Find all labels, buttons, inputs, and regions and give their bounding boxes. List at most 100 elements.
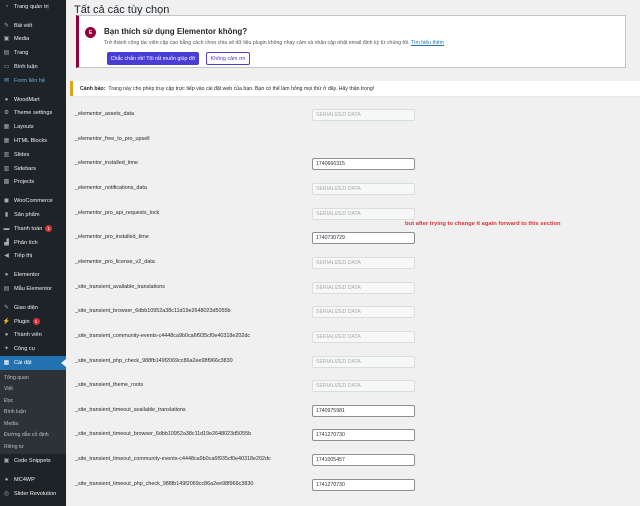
option-value-input[interactable]: 1740730729 — [312, 232, 415, 245]
submenu-item-doc[interactable]: Đọc — [0, 395, 66, 407]
submenu-item-viet[interactable]: Viết — [0, 383, 66, 395]
option-row: _site_transient_timeout_community-events… — [75, 454, 635, 467]
sidebar-item-code-snippets[interactable]: ▣ Code Snippets — [0, 454, 66, 468]
option-row: _site_transient_php_check_988fb149f2069c… — [75, 355, 635, 368]
sidebar-item-woodmart[interactable]: ● WoodMart — [0, 93, 66, 107]
option-value-input[interactable]: 1741005457 — [312, 454, 415, 467]
option-row: _elementor_pro_api_requests_lock SERIALIZ… — [75, 207, 635, 220]
sidebar-item-slides[interactable]: ▥ Slides — [0, 148, 66, 162]
sidebar-item-label: Tiếp thị — [14, 253, 33, 260]
sidebar-item-mau-elementor[interactable]: ▤ Mẫu Elementor — [0, 282, 66, 296]
option-name: _elementor_assets_data — [75, 111, 135, 117]
accept-share-button[interactable]: Chắc chắn rồi! Tôi rất muốn giúp đỡ — [107, 52, 199, 65]
option-value-input[interactable]: 1740666315 — [312, 158, 415, 171]
slides-icon: ▥ — [3, 151, 10, 158]
sidebar-item-label: Phân tích — [14, 239, 38, 246]
mc4wp-icon: ● — [4, 477, 9, 484]
sidebar-item-elementor[interactable]: ● Elementor — [0, 268, 66, 282]
elementor-notice: E Bạn thích sử dụng Elementor không? Trở… — [76, 15, 626, 68]
sidebar-item-trang-quan-tri[interactable]: ◔ Trang quản trị — [0, 0, 66, 14]
sidebar-item-tiep-thi[interactable]: ◀ Tiếp thị — [0, 250, 66, 264]
option-serialized-field: SERIALIZED DATA — [312, 281, 415, 294]
option-serialized-field: SERIALIZED DATA — [312, 330, 415, 343]
sidebar-item-label: Sản phẩm — [14, 212, 40, 219]
woodmart-icon: ● — [4, 96, 9, 103]
sidebar-item-projects[interactable]: ▩ Projects — [0, 176, 66, 190]
sidebar-item-form-lien-he[interactable]: ✉ Form liên hệ — [0, 74, 66, 88]
option-value-input[interactable]: 1741270730 — [312, 478, 415, 491]
sidebar-item-label: Slides — [14, 151, 30, 158]
dashboard-icon: ◔ — [4, 3, 9, 10]
sidebar-item-label: Form liên hệ — [14, 77, 46, 84]
sidebar-item-label: Thanh toán — [14, 225, 43, 232]
submenu-item-tong-quan[interactable]: Tổng quan — [0, 372, 66, 384]
option-serialized-field: SERIALIZED DATA — [312, 182, 415, 195]
layouts-icon: ▦ — [3, 124, 10, 131]
elementor-icon: ● — [4, 272, 9, 279]
submenu-item-duong-dan-co-dinh[interactable]: Đường dẫn cố định — [0, 429, 66, 441]
option-name: _site_transient_theme_roots — [75, 382, 144, 389]
sidebar-item-thanh-toan[interactable]: ▬ Thanh toán 1 — [0, 222, 66, 236]
sidebar-item-bai-viet[interactable]: ✎ Bài viết — [0, 19, 66, 33]
sidebar-item-media[interactable]: ▣ Media — [0, 33, 66, 47]
sidebar-item-woocommerce[interactable]: ◼ WooCommerce — [0, 194, 66, 208]
update-count-badge: 1 — [45, 225, 53, 233]
sidebar-item-plugin[interactable]: ⚡ Plugin 1 — [0, 315, 66, 329]
settings-submenu: Tổng quan Viết Đọc Bình luận Media Đường dẫn … — [0, 369, 66, 455]
media-icon: ▣ — [3, 36, 10, 43]
option-serialized-field: SERIALIZED DATA — [312, 380, 415, 393]
option-row: _elementor_free_to_pro_upsell — [75, 134, 635, 146]
option-row: _elementor_installed_time 1740666315 — [75, 158, 635, 171]
sidebar-item-label: Code Snippets — [14, 458, 51, 465]
option-value-input[interactable]: 1741270730 — [312, 429, 415, 442]
sidebar-item-label: Theme settings — [14, 110, 53, 117]
sidebar-item-html-blocks[interactable]: ▦ HTML Blocks — [0, 134, 66, 148]
submenu-item-rieng-tu[interactable]: Riêng tư — [0, 441, 66, 453]
warning-text: Trang này cho phép truy cập trực tiếp và… — [108, 85, 375, 92]
sidebar-item-thanh-vien[interactable]: ● Thành viên — [0, 329, 66, 343]
sidebar-item-label: WooCommerce — [14, 198, 53, 205]
sidebar-item-cai-dat[interactable]: ▦ Cài đặt — [0, 356, 66, 370]
option-serialized-field: SERIALIZED DATA — [312, 109, 415, 121]
option-name: _site_transient_timeout_php_check_988fb1… — [75, 480, 254, 487]
learn-more-link[interactable]: Tìm hiểu thêm — [411, 40, 444, 46]
marketing-icon: ◀ — [4, 253, 9, 260]
sidebar-item-label: Plugin — [14, 318, 30, 325]
html-blocks-icon: ▦ — [3, 138, 10, 145]
option-row: _site_transient_timeout_available_transl… — [75, 404, 635, 417]
comment-icon: ▭ — [3, 64, 10, 71]
sidebar-item-phan-tich[interactable]: ▟ Phân tích — [0, 236, 66, 250]
option-row: _site_transient_timeout_php_check_988fb1… — [75, 478, 635, 491]
sidebar-item-label: WoodMart — [14, 96, 40, 103]
sidebars-icon: ▥ — [3, 165, 10, 172]
settings-sliders-icon: ▦ — [3, 360, 10, 367]
notice-title: Bạn thích sử dụng Elementor không? — [104, 27, 248, 36]
notice-text: Trở thành cộng tác viên cập cao bằng các… — [104, 40, 444, 46]
sidebar-item-san-pham[interactable]: ▮ Sản phẩm — [0, 208, 66, 222]
option-row: _site_transient_timeout_browser_6dbb1095… — [75, 429, 635, 442]
sidebar-item-label: Mẫu Elementor — [14, 286, 52, 293]
option-row: _site_transient_community-events-c4448ca… — [75, 330, 635, 343]
sidebar-item-slider-revolution[interactable]: ◎ Slider Revolution — [0, 487, 66, 501]
option-row: _elementor_pro_license_v2_data SERIALIZED… — [75, 256, 635, 269]
sidebar-item-layouts[interactable]: ▦ Layouts — [0, 120, 66, 134]
sidebar-item-label: Projects — [14, 179, 35, 186]
sidebar-item-label: Công cụ — [14, 346, 35, 353]
sidebar-item-mc4wp[interactable]: ● MC4WP — [0, 473, 66, 487]
sidebar-item-giao-dien[interactable]: ✎ Giao diện — [0, 301, 66, 315]
submenu-item-media[interactable]: Media — [0, 418, 66, 430]
decline-button[interactable]: Không cảm ơn — [206, 52, 250, 65]
option-value-input[interactable]: 1740975981 — [312, 404, 415, 417]
sidebar-item-cong-cu[interactable]: ✦ Công cụ — [0, 342, 66, 356]
slider-revolution-icon: ◎ — [3, 490, 10, 497]
sidebar-item-theme-settings[interactable]: ⚙ Theme settings — [0, 107, 66, 121]
sidebar-item-binh-luan[interactable]: ▭ Bình luận — [0, 60, 66, 74]
code-snippets-icon: ▣ — [3, 458, 10, 465]
option-row: _site_transient_available_translations SE… — [75, 281, 635, 294]
settings-icon: ⚙ — [3, 110, 10, 117]
submenu-item-binh-luan[interactable]: Bình luận — [0, 406, 66, 418]
sidebar-item-trang[interactable]: ▤ Trang — [0, 46, 66, 60]
elementor-logo-icon: E — [85, 27, 96, 38]
option-name: _elementor_pro_api_requests_lock — [75, 209, 160, 216]
sidebar-item-sidebars[interactable]: ▥ Sidebars — [0, 162, 66, 176]
